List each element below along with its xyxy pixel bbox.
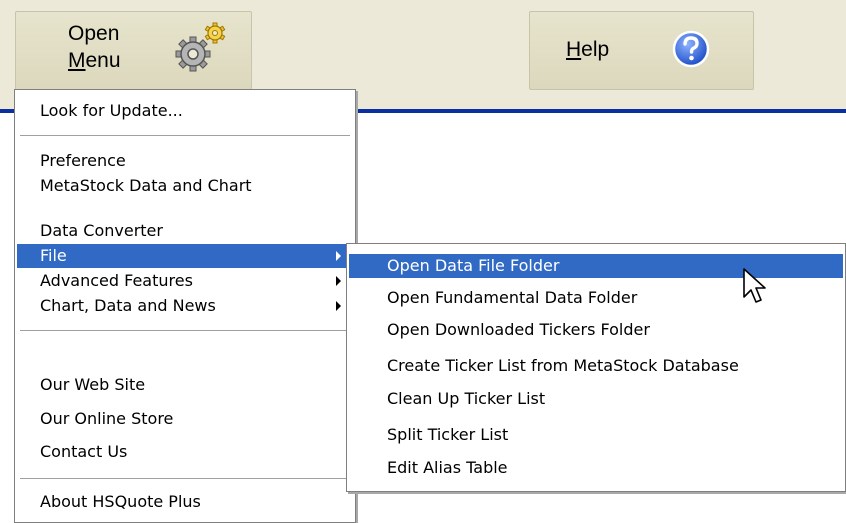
menu-item-label: File [40,246,67,265]
menu-item-metastock-data-and-chart[interactable]: MetaStock Data and Chart [17,174,353,198]
submenu-item-create-ticker-list[interactable]: Create Ticker List from MetaStock Databa… [349,354,843,378]
help-label: Help [566,36,609,63]
help-mnemonic: H [566,38,582,61]
open-menu-label-line1: Open [68,22,120,45]
submenu-arrow-icon [336,251,341,261]
submenu-arrow-icon [336,276,341,286]
open-menu-mnemonic: M [68,49,86,72]
submenu-item-label: Open Data File Folder [387,256,560,275]
toolbar: Open Menu Help [0,0,846,90]
submenu-item-open-fundamental-data-folder[interactable]: Open Fundamental Data Folder [349,286,843,310]
menu-separator [20,330,350,332]
submenu-item-label: Open Downloaded Tickers Folder [387,320,650,339]
menu-item-data-converter[interactable]: Data Converter [17,219,353,243]
help-question-icon [672,30,710,68]
menu-separator [20,135,350,137]
menu-separator [20,478,350,480]
menu-item-label: Chart, Data and News [40,296,216,315]
menu-item-label: Preference [40,151,126,170]
open-menu-button[interactable]: Open Menu [15,11,252,90]
menu-item-file[interactable]: File [17,244,353,268]
submenu-item-label: Clean Up Ticker List [387,389,546,408]
menu-item-about-hsquote-plus[interactable]: About HSQuote Plus [17,490,353,514]
submenu-item-label: Split Ticker List [387,425,509,444]
menu-item-label: Advanced Features [40,271,193,290]
open-menu-dropdown: Look for Update... Preference MetaStock … [14,89,356,523]
menu-item-our-online-store[interactable]: Our Online Store [17,407,353,431]
submenu-item-label: Create Ticker List from MetaStock Databa… [387,356,739,375]
submenu-item-label: Edit Alias Table [387,458,508,477]
submenu-item-open-downloaded-tickers-folder[interactable]: Open Downloaded Tickers Folder [349,318,843,342]
menu-item-label: About HSQuote Plus [40,492,201,511]
menu-item-label: Our Web Site [40,375,146,394]
open-menu-label-rest: enu [85,49,121,72]
menu-item-label: Look for Update... [40,101,183,120]
gear-icon [175,22,226,72]
menu-item-label: Contact Us [40,442,128,461]
menu-item-our-web-site[interactable]: Our Web Site [17,373,353,397]
submenu-item-label: Open Fundamental Data Folder [387,288,638,307]
menu-item-look-for-update[interactable]: Look for Update... [17,99,353,123]
menu-item-label: Our Online Store [40,409,174,428]
menu-item-preference[interactable]: Preference [17,149,353,173]
open-menu-label-line2: Menu [68,47,121,74]
mouse-pointer-icon [743,268,766,303]
help-button[interactable]: Help [529,11,754,90]
submenu-arrow-icon [336,301,341,311]
submenu-item-open-data-file-folder[interactable]: Open Data File Folder [349,254,843,278]
menu-item-label: Data Converter [40,221,163,240]
submenu-item-edit-alias-table[interactable]: Edit Alias Table [349,456,843,480]
menu-item-advanced-features[interactable]: Advanced Features [17,269,353,293]
submenu-item-split-ticker-list[interactable]: Split Ticker List [349,423,843,447]
menu-item-chart-data-and-news[interactable]: Chart, Data and News [17,294,353,318]
submenu-item-clean-up-ticker-list[interactable]: Clean Up Ticker List [349,387,843,411]
menu-item-label: MetaStock Data and Chart [40,176,252,195]
help-label-rest: elp [581,38,610,61]
file-submenu: Open Data File Folder Open Fundamental D… [346,243,846,492]
menu-item-contact-us[interactable]: Contact Us [17,440,353,464]
open-menu-label: Open Menu [68,20,121,74]
